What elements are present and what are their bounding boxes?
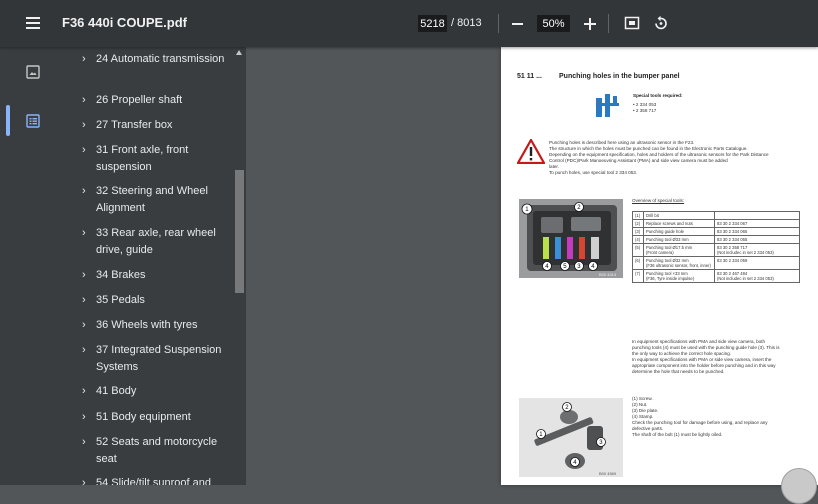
table-row: (7) Punching tool ×33 mm (F36, Tyre inside… — [632, 269, 800, 283]
overview-label: Overview of special tools: — [632, 198, 685, 203]
rotate-icon[interactable] — [652, 15, 669, 32]
page-number-input[interactable] — [418, 15, 447, 32]
floating-action-button[interactable] — [781, 468, 817, 504]
parts-list: (1) Screw. (2) Nut. (3) Die plate. (4) S… — [632, 396, 768, 437]
chevron-right-icon: › — [82, 227, 86, 239]
image-caption: B00 4314 — [599, 272, 617, 277]
toolbar-divider — [608, 14, 609, 33]
table-row: (4) Punching tool Ø33 mm 83 30 2 334 055 — [632, 235, 800, 244]
chevron-right-icon: › — [82, 436, 86, 448]
outline-item[interactable]: › 54 Slide/tilt sunroof and — [82, 475, 232, 485]
warning-icon — [517, 139, 545, 164]
pdf-toolbar: F36 440i COUPE.pdf / 8013 — [0, 0, 818, 47]
outline-item[interactable]: › 51 Body equipment — [82, 409, 232, 426]
chevron-right-icon: › — [82, 477, 86, 485]
outline-item[interactable]: › 24 Automatic transmission — [82, 51, 232, 68]
outline-item[interactable]: › 26 Propeller shaft — [82, 92, 232, 109]
zoom-out-icon[interactable] — [512, 23, 523, 25]
pdf-page: 51 11 ... Punching holes in the bumper p… — [501, 47, 818, 485]
page-heading: Punching holes in the bumper panel — [559, 73, 680, 80]
outline-scroll-thumb[interactable] — [235, 170, 244, 293]
outline-item[interactable]: › 33 Rear axle, rear wheel drive, guide — [82, 225, 232, 259]
warning-text: Punching holes is described here using a… — [549, 140, 801, 176]
special-tools-label: Special tools required: — [633, 93, 683, 98]
fit-page-icon[interactable] — [624, 15, 640, 31]
notes-text: In equipment specifications with PMA and… — [632, 339, 780, 374]
page-total: / 8013 — [451, 17, 482, 29]
table-row: (1) Drill bit — [632, 211, 800, 220]
chevron-right-icon: › — [82, 411, 86, 423]
outline-item[interactable]: › 37 Integrated Suspension Systems — [82, 342, 232, 376]
outline-item[interactable]: › 36 Wheels with tyres — [82, 317, 232, 334]
thumbnails-icon[interactable] — [26, 65, 40, 79]
table-row: (2) Replace screws and nuts 83 30 2 334 06… — [632, 219, 800, 228]
chevron-right-icon: › — [82, 294, 86, 306]
table-row: (3) Punching guide hole 83 30 2 334 065 — [632, 227, 800, 236]
chevron-right-icon: › — [82, 319, 86, 331]
chevron-right-icon: › — [82, 53, 86, 65]
chevron-right-icon: › — [82, 94, 86, 106]
chevron-right-icon: › — [82, 385, 86, 397]
special-tools-table: (1) Drill bit (2) Replace screws and nuts 8… — [632, 211, 800, 283]
outline-item[interactable]: › 32 Steering and Wheel Alignment — [82, 183, 232, 217]
special-tool-number: 2 358 717 — [633, 108, 656, 114]
punching-tool-photo: 2 1 3 4 B00 4569 — [519, 398, 623, 477]
table-row: (5) Punching tool Ø17.5 mm (Front camera) 8… — [632, 243, 800, 257]
special-tools-kit-image: 1 2 4 5 3 4 B00 4314 — [519, 199, 623, 278]
outline-item[interactable]: › 34 Brakes — [82, 267, 232, 284]
special-tools-list: 2 334 053 2 358 717 — [633, 102, 656, 114]
zoom-in-icon[interactable] — [584, 18, 596, 30]
document-title: F36 440i COUPE.pdf — [62, 15, 187, 30]
chevron-right-icon: › — [82, 119, 86, 131]
toolbar-divider — [498, 14, 499, 33]
document-outline-icon[interactable] — [26, 114, 40, 128]
punching-tool-image: 2 1 3 4 B00 4569 — [519, 398, 623, 477]
outline-item[interactable]: › 35 Pedals — [82, 292, 232, 309]
section-number: 51 11 ... — [517, 73, 542, 80]
outline-item[interactable]: › 27 Transfer box — [82, 117, 232, 134]
zoom-level-input[interactable] — [537, 15, 570, 32]
table-row: (6) Punching tool Ø32 mm (F36 ultrasonic s… — [632, 256, 800, 270]
outline-item[interactable]: › 52 Seats and motorcycle seat — [82, 434, 232, 468]
document-outline: › 24 Automatic transmission › 26 Propeller… — [64, 47, 233, 485]
warning-line: To punch holes, use special tool 2 334 0… — [549, 170, 638, 175]
scroll-up-arrow-icon[interactable] — [236, 50, 242, 55]
outline-item[interactable]: › 31 Front axle, front suspension — [82, 142, 232, 176]
chevron-right-icon: › — [82, 344, 86, 356]
chevron-right-icon: › — [82, 144, 86, 156]
tool-kit-photo: 1 2 4 5 3 4 B00 4314 — [521, 202, 617, 277]
special-tool-icon — [593, 91, 621, 119]
chevron-right-icon: › — [82, 185, 86, 197]
active-rail-indicator — [6, 105, 10, 136]
menu-icon[interactable] — [26, 17, 40, 29]
chevron-right-icon: › — [82, 269, 86, 281]
outline-item[interactable]: › 41 Body — [82, 383, 232, 400]
image-caption: B00 4569 — [599, 471, 617, 476]
